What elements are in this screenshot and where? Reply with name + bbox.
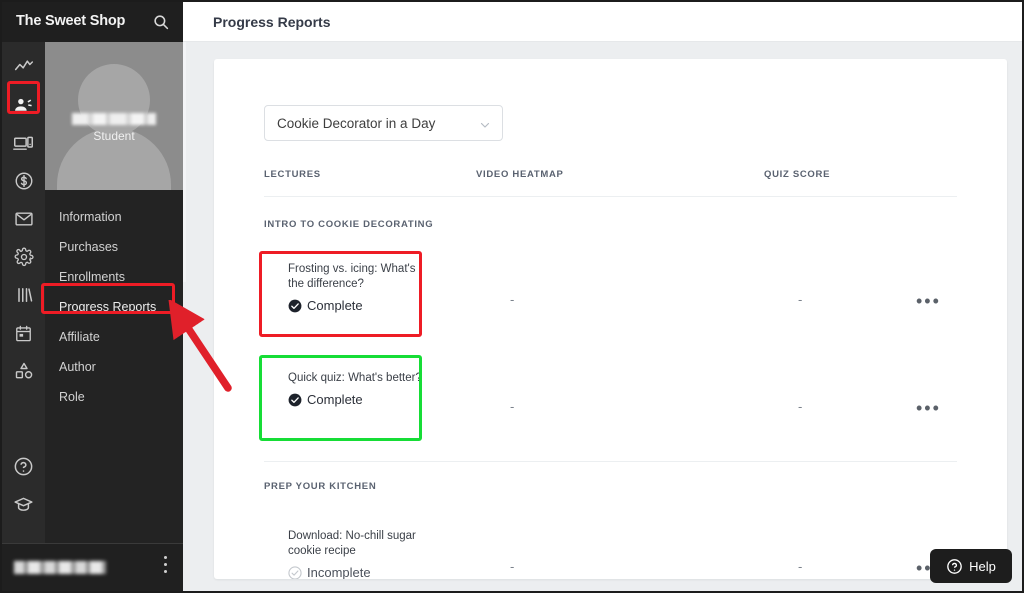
check-circle-filled-icon (288, 299, 302, 313)
course-select-wrapper: Cookie Decorator in a Day (264, 105, 503, 141)
rail-bottom-icons (2, 449, 45, 525)
video-heatmap-value: - (510, 559, 515, 574)
quiz-score-value: - (798, 559, 803, 574)
progress-report-card: Cookie Decorator in a Day LECTURES VIDEO… (214, 59, 1007, 579)
users-icon[interactable] (7, 88, 41, 122)
email-icon[interactable] (7, 202, 41, 236)
help-button-label: Help (969, 558, 996, 574)
sidebar-item-information[interactable]: Information (45, 202, 183, 232)
sidebar-item-author[interactable]: Author (45, 352, 183, 382)
settings-icon[interactable] (7, 240, 41, 274)
help-button[interactable]: Help (930, 549, 1012, 583)
main-content: Progress Reports Cookie Decorator in a D… (183, 2, 1022, 591)
app-window: Student Information Purchases Enrollment… (0, 0, 1024, 593)
column-header-video-heatmap: VIDEO HEATMAP (476, 169, 564, 180)
icon-rail (2, 2, 45, 591)
video-heatmap-value: - (510, 292, 515, 307)
page-title: Progress Reports (213, 13, 331, 30)
table-column-headers: LECTURES VIDEO HEATMAP QUIZ SCORE (264, 169, 957, 197)
sidebar-scrollbar[interactable] (183, 42, 186, 282)
chevron-down-icon (479, 119, 491, 134)
ellipsis-icon[interactable]: ••• (916, 292, 941, 310)
calendar-icon[interactable] (7, 316, 41, 350)
sidebar-item-label: Purchases (59, 240, 119, 254)
status-label: Complete (307, 392, 363, 407)
user-bar[interactable] (2, 543, 183, 591)
sidebar-item-progress-reports[interactable]: Progress Reports (45, 292, 183, 322)
library-icon[interactable] (7, 278, 41, 312)
sidebar-item-label: Progress Reports (59, 300, 157, 314)
sidebar-item-purchases[interactable]: Purchases (45, 232, 183, 262)
status-label: Incomplete (307, 565, 371, 579)
status-badge: Incomplete (288, 565, 428, 579)
sidebar-item-label: Enrollments (59, 270, 125, 284)
sidebar-item-label: Information (59, 210, 122, 224)
section-title-intro: INTRO TO COOKIE DECORATING (264, 219, 434, 230)
lecture-title: Download: No-chill sugar cookie recipe (288, 530, 416, 557)
site-icon[interactable] (7, 126, 41, 160)
sales-icon[interactable] (7, 164, 41, 198)
sidebar-item-enrollments[interactable]: Enrollments (45, 262, 183, 292)
rail-icon-list (7, 42, 41, 392)
status-label: Complete (307, 298, 363, 313)
check-circle-filled-icon (288, 393, 302, 407)
column-header-quiz-score: QUIZ SCORE (764, 169, 831, 180)
lecture-title: Frosting vs. icing: What's the differenc… (288, 263, 416, 290)
sidebar-panel: Student Information Purchases Enrollment… (45, 2, 183, 591)
sidebar-item-label: Role (59, 390, 85, 404)
help-circle-icon (946, 558, 963, 575)
graduation-cap-icon[interactable] (7, 487, 41, 521)
apps-icon[interactable] (7, 354, 41, 388)
status-badge: Complete (288, 298, 428, 313)
avatar-placeholder-icon (78, 64, 150, 136)
lecture-cell: Download: No-chill sugar cookie recipe I… (288, 529, 428, 579)
profile-avatar-block: Student (45, 42, 183, 190)
kebab-menu-icon[interactable] (164, 556, 167, 573)
status-badge: Complete (288, 392, 428, 407)
brand-title: The Sweet Shop (16, 13, 126, 29)
section-divider (264, 461, 957, 462)
sidebar-item-label: Affiliate (59, 330, 100, 344)
sidebar-item-affiliate[interactable]: Affiliate (45, 322, 183, 352)
course-select-value: Cookie Decorator in a Day (277, 115, 436, 131)
search-icon[interactable] (152, 13, 170, 31)
profile-name-redacted (72, 113, 156, 125)
user-name-redacted (14, 561, 106, 574)
lecture-cell: Frosting vs. icing: What's the differenc… (288, 262, 428, 313)
table-row[interactable]: Frosting vs. icing: What's the differenc… (214, 244, 1007, 349)
help-circle-icon[interactable] (7, 449, 41, 483)
page-header: Progress Reports (183, 2, 1022, 42)
check-circle-outline-icon (288, 565, 302, 579)
lecture-cell: Quick quiz: What's better? Complete (288, 371, 428, 407)
sidebar-menu: Information Purchases Enrollments Progre… (45, 190, 183, 412)
video-heatmap-value: - (510, 399, 515, 414)
lecture-title: Quick quiz: What's better? (288, 372, 422, 384)
table-row[interactable]: Quick quiz: What's better? Complete - - … (214, 349, 1007, 454)
analytics-icon[interactable] (7, 50, 41, 84)
profile-role-label: Student (93, 129, 135, 143)
quiz-score-value: - (798, 399, 803, 414)
ellipsis-icon[interactable]: ••• (916, 399, 941, 417)
sidebar-item-label: Author (59, 360, 96, 374)
course-select[interactable]: Cookie Decorator in a Day (264, 105, 503, 141)
section-title-prep: PREP YOUR KITCHEN (264, 481, 377, 492)
quiz-score-value: - (798, 292, 803, 307)
sidebar-item-role[interactable]: Role (45, 382, 183, 412)
column-header-lectures: LECTURES (264, 169, 321, 180)
table-row[interactable]: Download: No-chill sugar cookie recipe I… (214, 511, 1007, 579)
